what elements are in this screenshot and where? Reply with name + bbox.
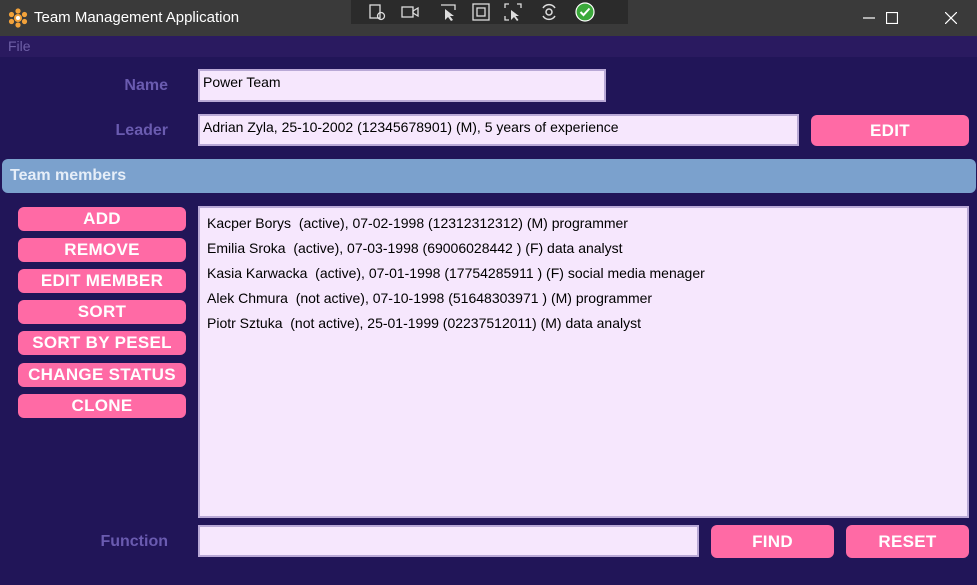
leader-field[interactable]: Adrian Zyla, 25-10-2002 (12345678901) (M… bbox=[198, 114, 799, 146]
change-status-button[interactable]: CHANGE STATUS bbox=[18, 363, 186, 387]
clone-button[interactable]: CLONE bbox=[18, 394, 186, 418]
reset-button[interactable]: RESET bbox=[846, 525, 969, 558]
list-item[interactable]: Emilia Sroka (active), 07-03-1998 (69006… bbox=[207, 240, 623, 256]
maximize-icon bbox=[886, 12, 898, 24]
team-members-list[interactable]: Kacper Borys (active), 07-02-1998 (12312… bbox=[198, 206, 969, 518]
record-icon[interactable] bbox=[400, 2, 420, 22]
title-bar: Team Management Application bbox=[0, 0, 977, 36]
pointer-select-icon[interactable] bbox=[438, 2, 458, 22]
edit-leader-button[interactable]: EDIT bbox=[811, 115, 969, 146]
app-logo-icon bbox=[8, 8, 28, 28]
name-field[interactable]: Power Team bbox=[198, 69, 606, 102]
hot-reload-icon[interactable] bbox=[539, 2, 559, 22]
section-title: Team members bbox=[10, 167, 127, 184]
list-item[interactable]: Piotr Sztuka (not active), 25-01-1999 (0… bbox=[207, 315, 641, 331]
sort-by-pesel-button[interactable]: SORT BY PESEL bbox=[18, 331, 186, 355]
leader-label: Leader bbox=[115, 122, 168, 139]
list-item[interactable]: Kacper Borys (active), 07-02-1998 (12312… bbox=[207, 215, 628, 231]
edit-member-button[interactable]: EDIT MEMBER bbox=[18, 269, 186, 293]
menu-file[interactable]: File bbox=[8, 38, 31, 54]
track-focus-icon[interactable] bbox=[503, 2, 523, 22]
function-label: Function bbox=[100, 533, 168, 550]
name-label: Name bbox=[124, 77, 168, 94]
remove-button[interactable]: REMOVE bbox=[18, 238, 186, 262]
debug-toolbar bbox=[351, 0, 628, 24]
select-element-icon[interactable] bbox=[367, 2, 387, 22]
bounds-icon[interactable] bbox=[471, 2, 491, 22]
team-members-header: Team members bbox=[2, 159, 976, 193]
list-item[interactable]: Kasia Karwacka (active), 07-01-1998 (177… bbox=[207, 265, 705, 281]
sort-button[interactable]: SORT bbox=[18, 300, 186, 324]
maximize-button[interactable] bbox=[869, 0, 915, 36]
function-field[interactable] bbox=[198, 525, 699, 557]
list-item[interactable]: Alek Chmura (not active), 07-10-1998 (51… bbox=[207, 290, 652, 306]
menu-bar: File bbox=[0, 36, 977, 57]
find-button[interactable]: FIND bbox=[711, 525, 834, 558]
close-icon bbox=[945, 12, 957, 24]
close-button[interactable] bbox=[928, 0, 974, 36]
window-title: Team Management Application bbox=[34, 9, 240, 26]
check-icon[interactable] bbox=[575, 2, 595, 22]
add-button[interactable]: ADD bbox=[18, 207, 186, 231]
